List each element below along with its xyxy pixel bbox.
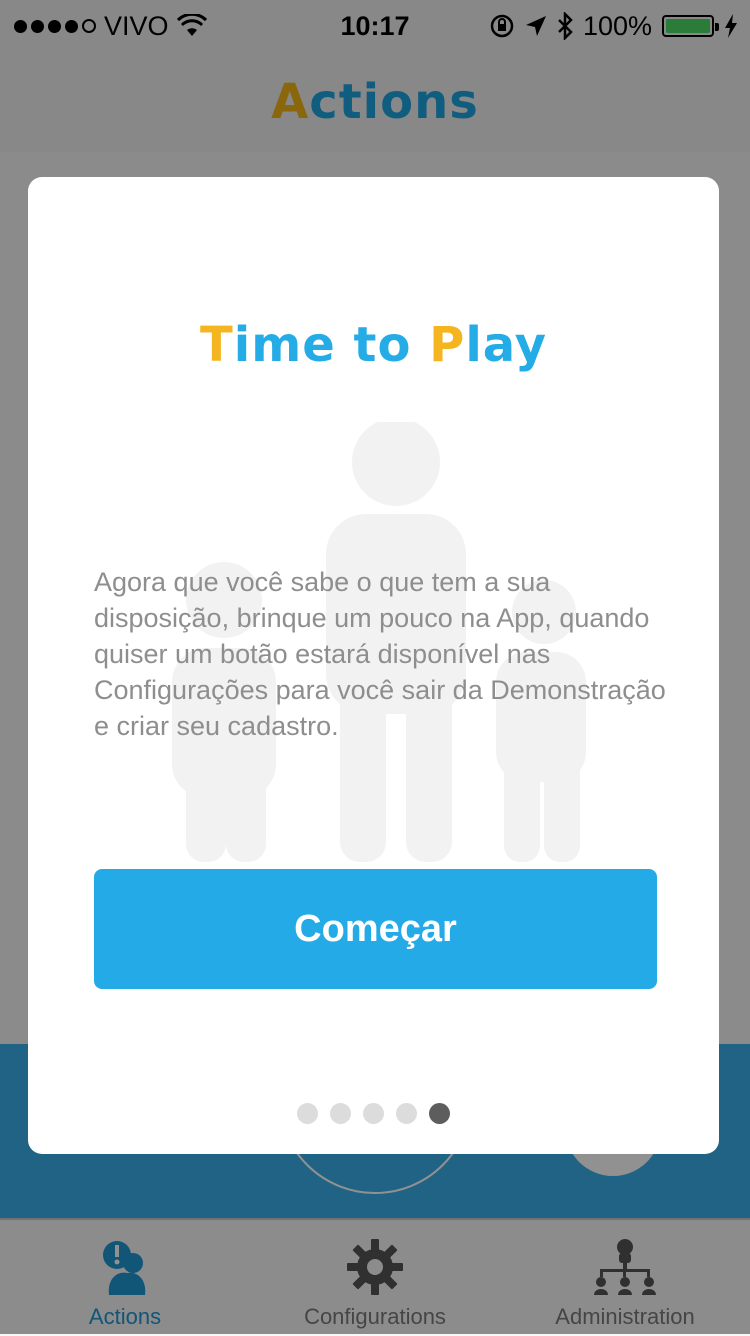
modal-description: Agora que você sabe o que tem a sua disp… [94,567,666,741]
page-dot-active[interactable] [429,1103,450,1124]
page-dot[interactable] [396,1103,417,1124]
page-indicator[interactable] [28,1103,719,1124]
onboarding-modal: Time to Play Agora que você sabe o que t… [28,177,719,1154]
start-button[interactable]: Começar [94,869,657,989]
page-dot[interactable] [330,1103,351,1124]
modal-title: Time to Play [200,317,547,373]
page-dot[interactable] [363,1103,384,1124]
page-dot[interactable] [297,1103,318,1124]
